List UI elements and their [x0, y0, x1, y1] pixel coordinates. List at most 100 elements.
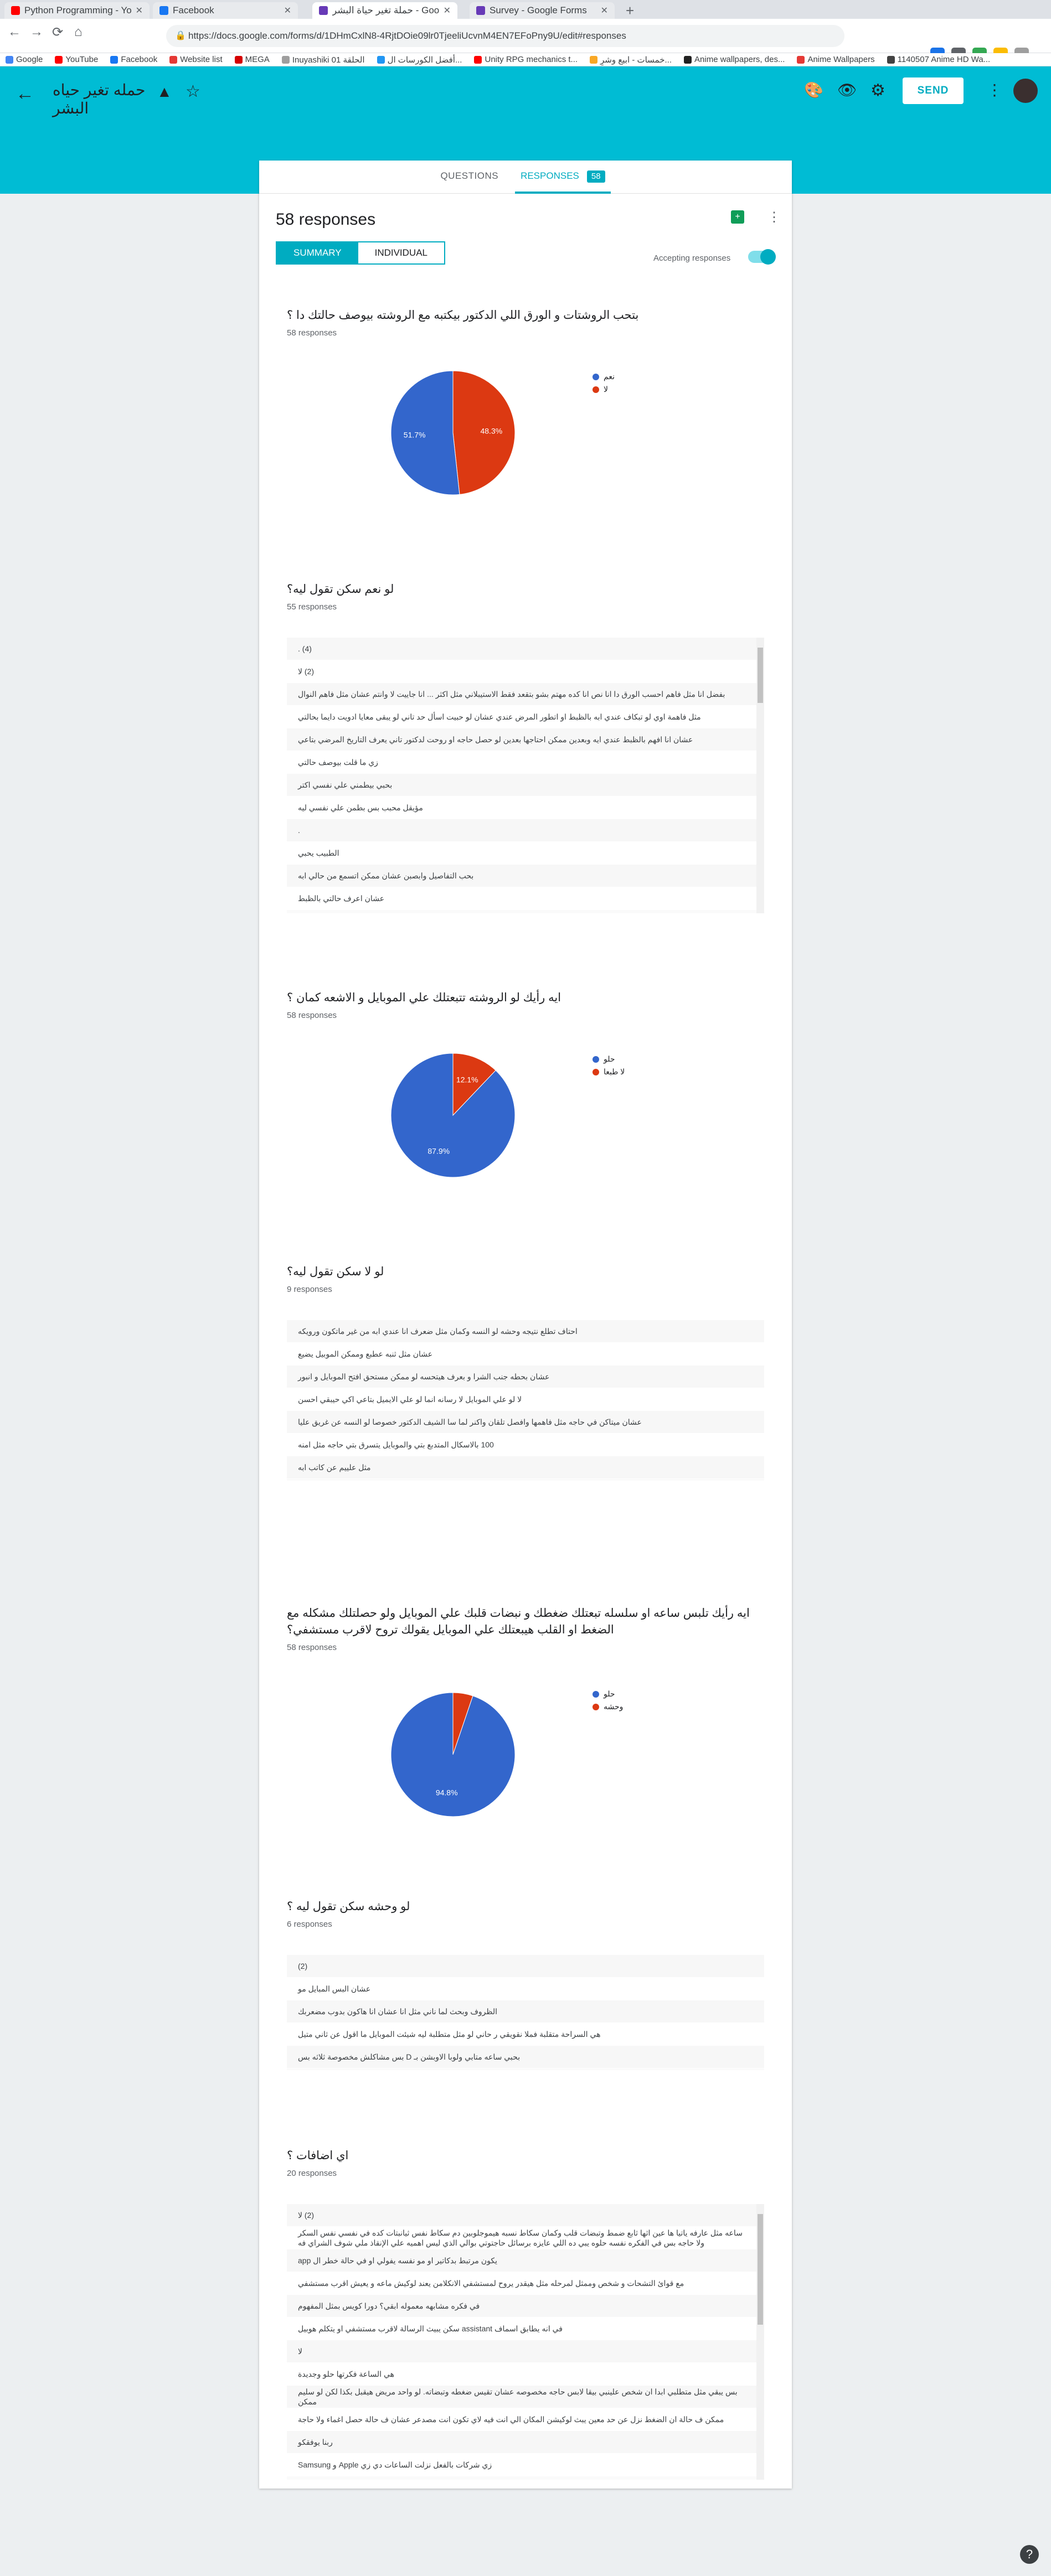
new-tab-icon[interactable]: + [626, 2, 634, 19]
list-item: لا لو علي الموبايل لا رسانه انما لو علي … [287, 1388, 764, 1411]
bookmark-item[interactable]: Facebook [110, 55, 157, 64]
responses-card: QUESTIONS RESPONSES 58 58 responses + ⋮ S… [259, 161, 792, 2489]
pie-slice[interactable] [390, 1692, 516, 1817]
summary-tab[interactable]: SUMMARY [277, 242, 358, 263]
send-button[interactable]: SEND [903, 77, 964, 104]
legend-item: وحشه [593, 1702, 623, 1711]
bookmark-item[interactable]: Anime wallpapers, des... [684, 55, 785, 64]
pie-slice[interactable] [390, 1053, 516, 1178]
more-vert-icon[interactable]: ⋮ [767, 209, 781, 225]
view-toggle: SUMMARY INDIVIDUAL [276, 241, 446, 265]
answer-text: الطبيب يحبي [298, 849, 339, 857]
avatar[interactable] [1013, 79, 1038, 103]
accepting-responses-label: Accepting responses [653, 254, 731, 263]
bookmark-label: Unity RPG mechanics t... [485, 55, 578, 64]
pie-chart: 12.1% 87.9% [390, 1053, 516, 1178]
bookmark-icon [590, 55, 598, 64]
scrollbar-thumb[interactable] [758, 2214, 763, 2325]
bookmark-item[interactable]: MEGA [234, 55, 270, 64]
address-bar[interactable]: 🔒 https://docs.google.com/forms/d/1DHmCx… [166, 25, 844, 47]
scrollbar-thumb[interactable] [758, 648, 763, 703]
answer-text: مع قوائ التشحات و شخص وممثل لمرحله مثل ه… [298, 2279, 684, 2288]
reload-icon[interactable]: ⟳ [52, 24, 63, 40]
bookmark-item[interactable]: خمسات - ابيع وشرِ... [590, 55, 672, 65]
bookmark-item[interactable]: Inuyashiki 01 الحلقة [281, 55, 365, 65]
youtube-favicon-icon [11, 6, 20, 15]
answer-text: (2) [298, 1962, 308, 1970]
list-item: (2) لا [287, 2204, 764, 2227]
bookmark-item[interactable]: YouTube [55, 55, 98, 64]
answer-text: 100 بالاسكال المتدبع بتي والموبايل يتسرق… [298, 1440, 494, 1449]
legend-swatch [593, 386, 599, 393]
bookmark-item[interactable]: 1140507 Anime HD Wa... [887, 55, 990, 64]
answer-text: مؤيقل محبب بس بطمن علي نفسي ليه [298, 803, 423, 812]
forward-arrow-icon[interactable]: → [30, 24, 43, 40]
accepting-responses-toggle[interactable] [748, 249, 776, 265]
tab-title: حملة تغير حياة البشر - Google Forms [332, 5, 439, 15]
bookmark-item[interactable]: Google [6, 55, 43, 64]
list-item: الطبيب يحبي [287, 842, 764, 865]
browser-tab-youtube[interactable]: Python Programming - YouTub ✕ [4, 2, 150, 19]
forms-favicon-icon [319, 6, 328, 15]
youtube-icon [474, 55, 482, 64]
text-answers-list[interactable]: (2) لا ساعه مثل عارفه ياتيا ها عين اثها ث… [287, 2204, 764, 2480]
bookmark-label: YouTube [65, 55, 99, 64]
browser-tab-survey[interactable]: Survey - Google Forms ✕ [470, 2, 615, 19]
bookmark-item[interactable]: أفضل الكورسات ال... [377, 55, 462, 65]
individual-tab[interactable]: INDIVIDUAL [358, 242, 444, 263]
answer-text: هي السراحة متقلبة فملا نقويقي ر حاني لو … [298, 2030, 601, 2039]
browser-tab-forms-active[interactable]: حملة تغير حياة البشر - Google Forms ✕ [312, 2, 457, 19]
back-arrow-icon[interactable]: ← [16, 83, 34, 105]
close-tab-icon[interactable]: ✕ [601, 5, 608, 16]
tab-responses[interactable]: RESPONSES 58 [515, 170, 611, 194]
question-title: لو وحشه سكن تقول ليه ؟ [287, 1900, 410, 1913]
bookmark-label: خمسات - ابيع وشرِ... [600, 55, 672, 65]
legend-label: حلو [604, 1054, 615, 1063]
legend-label: لا طبعا [604, 1067, 625, 1076]
star-icon[interactable]: ☆ [186, 82, 200, 101]
list-item: يكون مرتبط بدكاتير او مو نفسه يفولي او ف… [287, 2249, 764, 2272]
list-item: . [287, 819, 764, 842]
question-block: لو نعم سكن تقول ليه؟ 55 responses [287, 581, 763, 612]
url-text: https://docs.google.com/forms/d/1DHmCxlN… [188, 30, 626, 41]
close-tab-icon[interactable]: ✕ [284, 5, 291, 16]
list-item: عشان اعرف حالتي بالظبط [287, 887, 764, 910]
palette-icon[interactable]: 🎨 [804, 81, 823, 99]
answer-text: بحب التفاصيل وابصبن عشان ممكن اتسمع من ح… [298, 871, 474, 880]
help-icon[interactable]: ? [1020, 2545, 1039, 2564]
form-title[interactable]: حمله تغير حياه البشر [53, 81, 147, 117]
sheets-icon[interactable]: + [731, 210, 744, 224]
tab-responses-label: RESPONSES [521, 170, 579, 181]
text-answers-list[interactable]: (4) . (2) لا بفضل انا مثل فاهم احسب الورق … [287, 638, 764, 913]
facebook-favicon-icon [159, 6, 168, 15]
answer-text: عشان بحطه جنب الشرا و بعرف هيتحسه لو ممك… [298, 1372, 550, 1381]
close-tab-icon[interactable]: ✕ [444, 5, 451, 16]
bookmark-label: Anime wallpapers, des... [694, 55, 785, 64]
answer-text: عشان انا افهم بالظبط عندي ايه وبعدين ممك… [298, 735, 693, 744]
drive-folder-icon[interactable]: ▲ [157, 83, 172, 101]
scrollbar[interactable] [756, 2204, 764, 2480]
tab-title: Survey - Google Forms [490, 5, 587, 15]
list-item: عشان البس المبايل مو [287, 1978, 764, 2000]
back-arrow-icon[interactable]: ← [8, 24, 21, 40]
answer-text: (2) لا [298, 2211, 315, 2220]
bookmark-item[interactable]: Unity RPG mechanics t... [474, 55, 578, 64]
home-icon[interactable]: ⌂ [74, 24, 83, 40]
settings-gear-icon[interactable]: ⚙ [870, 81, 885, 100]
text-answers-list[interactable]: (2) عشان البس المبايل مو الظروف وبحث لما ن… [287, 1955, 764, 2070]
list-item: عشان انا افهم بالظبط عندي ايه وبعدين ممك… [287, 728, 764, 751]
list-item: 100 بالاسكال المتدبع بتي والموبايل يتسرق… [287, 1434, 764, 1456]
scrollbar[interactable] [756, 638, 764, 913]
close-tab-icon[interactable]: ✕ [136, 5, 143, 16]
bookmark-item[interactable]: Anime Wallpapers [797, 55, 875, 64]
more-vert-icon[interactable]: ⋮ [987, 81, 1002, 99]
tab-questions[interactable]: QUESTIONS [440, 170, 498, 193]
text-answers-list[interactable]: احتاف تطلع نتيجه وحشه لو النسه وكمان مثل… [287, 1320, 764, 1481]
bookmark-label: Google [16, 55, 43, 64]
browser-tab-facebook[interactable]: Facebook ✕ [153, 2, 298, 19]
bookmark-item[interactable]: Website list [169, 55, 223, 64]
question-title: اي اضافات ؟ [287, 2149, 349, 2162]
list-item: بفضل انا مثل فاهم احسب الورق دا انا نص ا… [287, 683, 764, 706]
preview-eye-icon[interactable]: 👁 [837, 81, 857, 99]
question-block: ايه رأيك لو الروشته تتبعتلك علي الموبايل… [287, 990, 763, 1020]
